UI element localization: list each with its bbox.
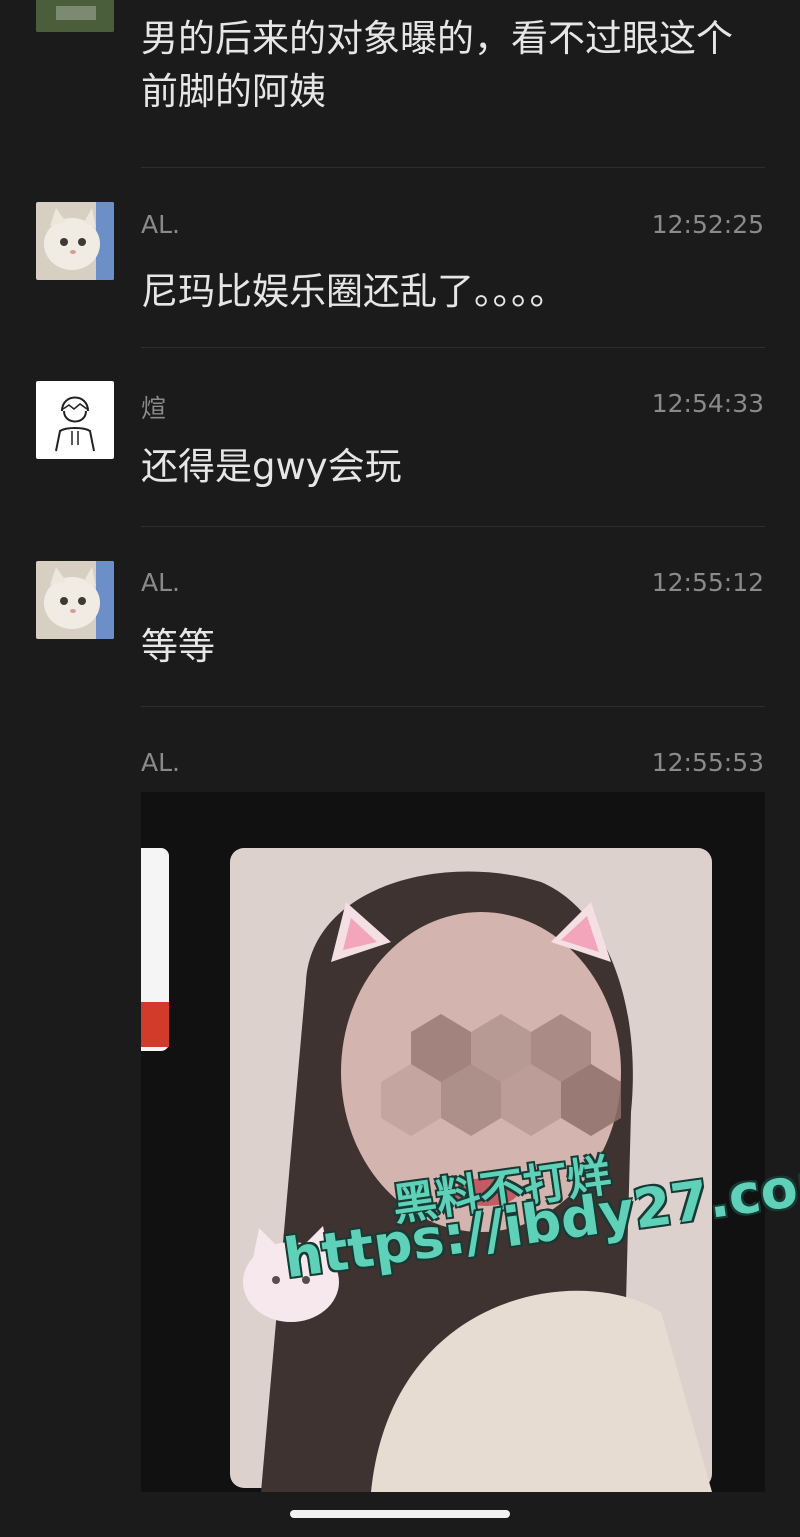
divider bbox=[141, 526, 765, 527]
message-text: 尼玛比娱乐圈还乱了。。。。 bbox=[141, 270, 567, 313]
avatar[interactable] bbox=[36, 381, 114, 459]
sender-name: AL. bbox=[141, 210, 180, 239]
cat-avatar-icon bbox=[36, 202, 114, 280]
timestamp: 12:54:33 bbox=[651, 389, 764, 418]
avatar[interactable] bbox=[36, 202, 114, 280]
divider bbox=[141, 167, 765, 168]
timestamp: 12:55:53 bbox=[651, 748, 764, 777]
sketch-boy-avatar-icon bbox=[36, 381, 114, 459]
avatar[interactable] bbox=[36, 561, 114, 639]
timestamp: 12:55:12 bbox=[651, 568, 764, 597]
avatar[interactable] bbox=[36, 0, 114, 32]
timestamp: 12:52:25 bbox=[651, 210, 764, 239]
chat-thread[interactable]: 男的后来的对象曝的，看不过眼这个前脚的阿姨 AL. 12:52:25 尼玛比娱乐… bbox=[0, 0, 800, 1537]
home-indicator[interactable] bbox=[290, 1510, 510, 1518]
divider bbox=[141, 706, 765, 707]
divider bbox=[141, 347, 765, 348]
photo-image bbox=[141, 792, 765, 1492]
sender-name: AL. bbox=[141, 748, 180, 777]
message-text: 还得是gwy会玩 bbox=[141, 445, 402, 488]
message-text: 男的后来的对象曝的，看不过眼这个前脚的阿姨 bbox=[141, 17, 733, 113]
sender-name: 煊 bbox=[141, 394, 167, 423]
cat-avatar-icon bbox=[36, 561, 114, 639]
landscape-avatar-icon bbox=[36, 0, 114, 32]
sender-name: AL. bbox=[141, 568, 180, 597]
image-message[interactable] bbox=[141, 792, 765, 1492]
message-text: 等等 bbox=[141, 625, 215, 668]
